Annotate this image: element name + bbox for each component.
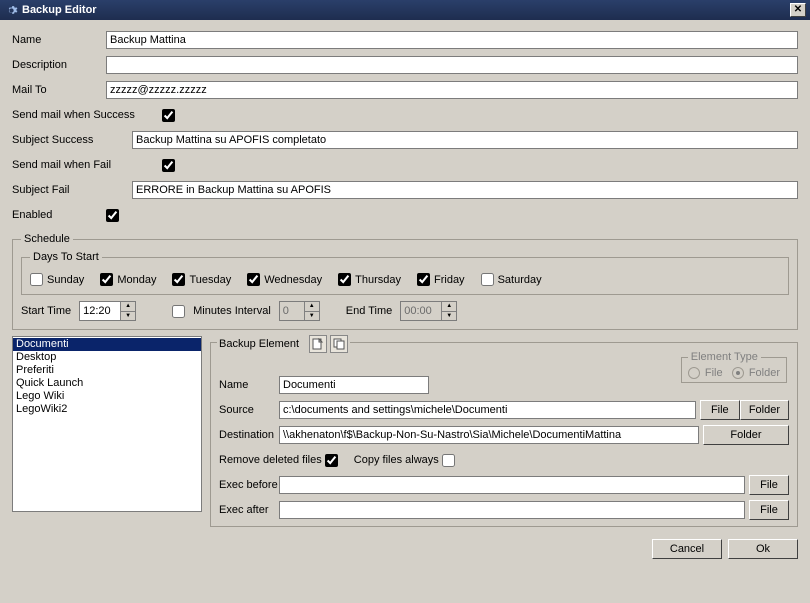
minutes-interval-value [280, 302, 304, 320]
new-element-button[interactable] [309, 335, 327, 353]
be-source-label: Source [219, 404, 279, 416]
day-checkbox[interactable] [481, 273, 494, 286]
end-time-label: End Time [346, 305, 392, 317]
day-option[interactable]: Monday [100, 273, 156, 286]
list-item[interactable]: Documenti [13, 338, 201, 351]
day-label: Saturday [498, 274, 542, 286]
day-option[interactable]: Saturday [481, 273, 542, 286]
name-input[interactable] [106, 31, 798, 49]
day-checkbox[interactable] [338, 273, 351, 286]
subject-fail-input[interactable] [132, 181, 798, 199]
mailto-input[interactable] [106, 81, 798, 99]
be-name-label: Name [219, 379, 279, 391]
end-time-spinner: ▲▼ [400, 301, 457, 321]
day-checkbox[interactable] [30, 273, 43, 286]
start-time-value[interactable] [80, 302, 120, 320]
list-item[interactable]: Desktop [13, 351, 201, 364]
be-name-input[interactable] [279, 376, 429, 394]
spin-up-icon: ▲ [304, 302, 319, 312]
cancel-button[interactable]: Cancel [652, 539, 722, 559]
list-item[interactable]: Preferiti [13, 364, 201, 377]
title-bar: Backup Editor ✕ [0, 0, 810, 20]
subject-success-input[interactable] [132, 131, 798, 149]
send-fail-checkbox[interactable] [162, 159, 175, 172]
elements-listbox[interactable]: DocumentiDesktopPreferitiQuick LaunchLeg… [12, 336, 202, 512]
minutes-interval-label: Minutes Interval [193, 305, 271, 317]
enabled-label: Enabled [12, 209, 106, 221]
remove-deleted-checkbox[interactable] [325, 454, 338, 467]
source-folder-button[interactable]: Folder [740, 400, 789, 420]
spin-up-icon: ▲ [441, 302, 456, 312]
element-type-file-radio [688, 367, 700, 379]
exec-after-input[interactable] [279, 501, 745, 519]
end-time-value [401, 302, 441, 320]
day-label: Tuesday [189, 274, 231, 286]
backup-element-legend: Backup Element [219, 338, 299, 350]
day-checkbox[interactable] [417, 273, 430, 286]
exec-before-file-button[interactable]: File [749, 475, 789, 495]
day-label: Friday [434, 274, 465, 286]
minutes-interval-spinner: ▲▼ [279, 301, 320, 321]
days-fieldset: Days To Start Sunday Monday Tuesday Wednesd… [21, 251, 789, 295]
description-input[interactable] [106, 56, 798, 74]
element-type-folder-radio [732, 367, 744, 379]
day-checkbox[interactable] [247, 273, 260, 286]
day-option[interactable]: Thursday [338, 273, 401, 286]
be-source-input[interactable] [279, 401, 696, 419]
name-label: Name [12, 34, 106, 46]
copy-always-label: Copy files always [354, 454, 439, 466]
subject-success-label: Subject Success [12, 134, 132, 146]
send-success-checkbox[interactable] [162, 109, 175, 122]
close-button[interactable]: ✕ [790, 3, 806, 17]
day-checkbox[interactable] [172, 273, 185, 286]
days-legend: Days To Start [30, 251, 102, 263]
minutes-interval-checkbox[interactable] [172, 305, 185, 318]
spin-down-icon: ▼ [304, 312, 319, 321]
be-destination-input[interactable] [279, 426, 699, 444]
list-item[interactable]: Lego Wiki [13, 390, 201, 403]
day-label: Thursday [355, 274, 401, 286]
window-title: Backup Editor [22, 4, 97, 16]
element-type-folder-label: Folder [749, 367, 780, 379]
backup-element-panel: Backup Element Element Type File [210, 342, 798, 527]
description-label: Description [12, 59, 106, 71]
ok-button[interactable]: Ok [728, 539, 798, 559]
day-option[interactable]: Tuesday [172, 273, 231, 286]
day-label: Wednesday [264, 274, 322, 286]
exec-before-label: Exec before [219, 479, 279, 491]
day-option[interactable]: Wednesday [247, 273, 322, 286]
element-type-file-label: File [705, 367, 723, 379]
exec-after-label: Exec after [219, 504, 279, 516]
destination-folder-button[interactable]: Folder [703, 425, 789, 445]
source-file-button[interactable]: File [700, 400, 740, 420]
exec-before-input[interactable] [279, 476, 745, 494]
enabled-checkbox[interactable] [106, 209, 119, 222]
copy-always-checkbox[interactable] [442, 454, 455, 467]
day-checkbox[interactable] [100, 273, 113, 286]
send-success-label: Send mail when Success [12, 109, 162, 121]
remove-deleted-label: Remove deleted files [219, 454, 322, 466]
schedule-legend: Schedule [21, 233, 73, 245]
list-item[interactable]: Quick Launch [13, 377, 201, 390]
spin-down-icon[interactable]: ▼ [120, 312, 135, 321]
start-time-label: Start Time [21, 305, 71, 317]
mailto-label: Mail To [12, 84, 106, 96]
exec-after-file-button[interactable]: File [749, 500, 789, 520]
list-item[interactable]: LegoWiki2 [13, 403, 201, 416]
spin-down-icon: ▼ [441, 312, 456, 321]
day-label: Sunday [47, 274, 84, 286]
day-option[interactable]: Friday [417, 273, 465, 286]
subject-fail-label: Subject Fail [12, 184, 132, 196]
spin-up-icon[interactable]: ▲ [120, 302, 135, 312]
start-time-spinner[interactable]: ▲▼ [79, 301, 136, 321]
element-type-legend: Element Type [688, 351, 761, 363]
gear-icon [4, 3, 18, 17]
element-type-fieldset: Element Type File Folder [681, 351, 787, 383]
schedule-fieldset: Schedule Days To Start Sunday Monday Tuesd… [12, 233, 798, 330]
send-fail-label: Send mail when Fail [12, 159, 162, 171]
copy-element-button[interactable] [330, 335, 348, 353]
day-label: Monday [117, 274, 156, 286]
day-option[interactable]: Sunday [30, 273, 84, 286]
be-destination-label: Destination [219, 429, 279, 441]
